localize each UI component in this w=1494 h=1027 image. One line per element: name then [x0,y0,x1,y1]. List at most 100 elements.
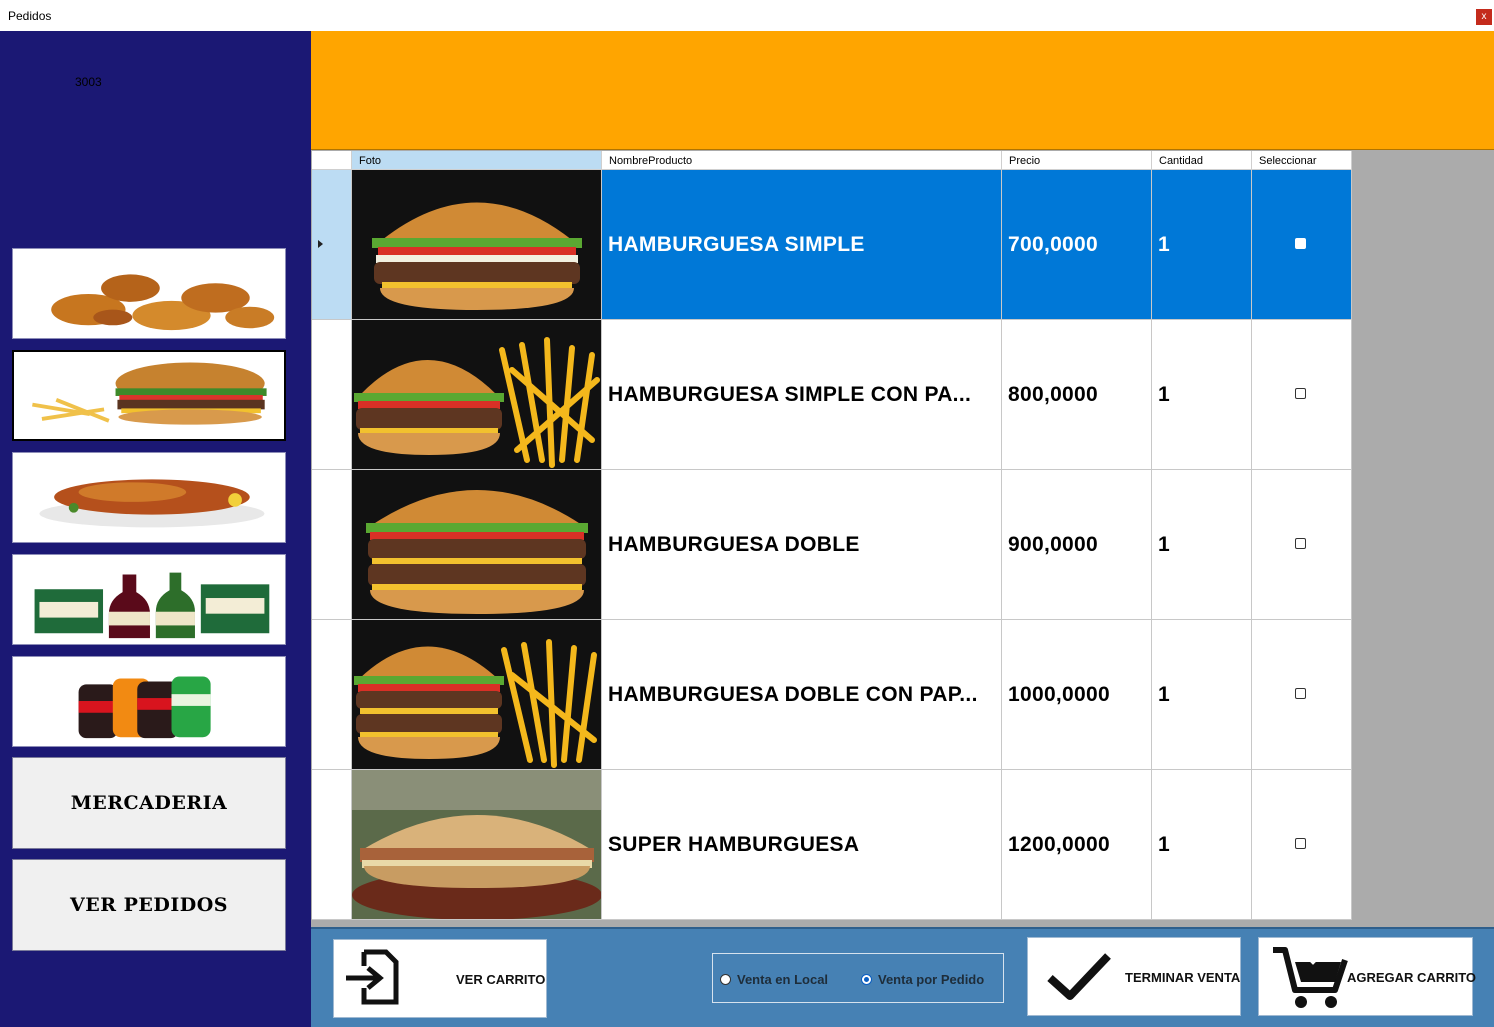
product-name-cell[interactable]: HAMBURGUESA SIMPLE [602,170,1002,320]
product-quantity-cell[interactable]: 1 [1152,320,1252,470]
agregar-carrito-button[interactable]: AGREGAR CARRITO [1258,937,1477,1016]
burger-double-with-fries-icon [352,620,601,769]
product-name: SUPER HAMBURGUESA [608,833,860,856]
category-chicken-tile[interactable] [12,248,286,339]
radio-venta-local[interactable]: Venta en Local [720,972,828,987]
agregar-carrito-label: AGREGAR CARRITO [1347,970,1477,985]
column-header-precio[interactable]: Precio [1002,151,1152,170]
header-banner [311,31,1494,150]
product-quantity: 1 [1158,683,1170,706]
column-header-seleccionar[interactable]: Seleccionar [1252,151,1352,170]
product-price-cell[interactable]: 700,0000 [1002,170,1152,320]
products-grid-area: Foto NombreProducto Precio Cantidad Sele… [311,150,1494,927]
product-price: 1000,0000 [1008,683,1110,706]
product-photo [352,320,602,470]
product-name: HAMBURGUESA DOBLE CON PAP... [608,683,978,706]
select-cell[interactable] [1252,770,1352,920]
ver-carrito-button[interactable]: VER CARRITO [333,939,547,1018]
table-row[interactable]: HAMBURGUESA DOBLE CON PAP... 1000,0000 1 [312,620,1352,770]
select-checkbox[interactable] [1295,538,1306,549]
category-soda-tile[interactable] [12,656,286,747]
select-checkbox[interactable] [1295,688,1306,699]
radio-dot-selected[interactable] [861,974,872,985]
select-cell[interactable] [1252,620,1352,770]
product-photo [352,620,602,770]
select-cell[interactable] [1252,170,1352,320]
roast-meat-icon [15,453,283,542]
category-roast-tile[interactable] [12,452,286,543]
title-bar: Pedidos x [0,0,1494,32]
product-quantity: 1 [1158,233,1170,256]
product-name: HAMBURGUESA SIMPLE CON PA... [608,383,972,406]
product-quantity: 1 [1158,833,1170,856]
terminar-venta-button[interactable]: TERMINAR VENTA [1027,937,1241,1016]
select-cell[interactable] [1252,470,1352,620]
footer-bar: VER CARRITO Venta en Local Venta por Ped… [311,927,1494,1027]
sale-type-group: Venta en Local Venta por Pedido [712,953,1004,1003]
soda-icon [15,657,283,746]
burger-double-icon [352,470,601,619]
product-name-cell[interactable]: SUPER HAMBURGUESA [602,770,1002,920]
ver-carrito-label: VER CARRITO [456,972,546,987]
row-header[interactable] [312,170,352,320]
row-header[interactable] [312,320,352,470]
table-row[interactable]: HAMBURGUESA SIMPLE CON PA... 800,0000 1 [312,320,1352,470]
column-header-cantidad[interactable]: Cantidad [1152,151,1252,170]
table-row[interactable]: HAMBURGUESA DOBLE 900,0000 1 [312,470,1352,620]
product-name-cell[interactable]: HAMBURGUESA DOBLE [602,470,1002,620]
category-burgers-tile[interactable] [12,350,286,441]
mercaderia-button[interactable]: MERCADERIA [12,757,286,849]
enter-icon [346,949,399,1005]
product-price-cell[interactable]: 1000,0000 [1002,620,1152,770]
radio-venta-pedido-label: Venta por Pedido [878,972,985,987]
product-name: HAMBURGUESA DOBLE [608,533,860,556]
burger-simple-icon [352,170,601,319]
select-checkbox[interactable] [1295,838,1306,849]
burger-and-fries-icon [18,352,280,439]
fried-chicken-icon [15,249,283,338]
product-price: 700,0000 [1008,233,1098,256]
row-header[interactable] [312,770,352,920]
table-row[interactable]: HAMBURGUESA SIMPLE 700,0000 1 [312,170,1352,320]
row-header[interactable] [312,620,352,770]
add-to-cart-icon [1273,944,1348,1008]
product-quantity-cell[interactable]: 1 [1152,470,1252,620]
product-quantity-cell[interactable]: 1 [1152,770,1252,920]
burger-with-fries-icon [352,320,601,469]
product-name-cell[interactable]: HAMBURGUESA DOBLE CON PAP... [602,620,1002,770]
current-row-arrow-icon [318,240,323,248]
checkmark-icon [1047,953,1111,1000]
column-header-nombre[interactable]: NombreProducto [602,151,1002,170]
select-cell[interactable] [1252,320,1352,470]
product-price: 800,0000 [1008,383,1098,406]
wine-icon [15,555,283,644]
product-price-cell[interactable]: 800,0000 [1002,320,1152,470]
row-header[interactable] [312,470,352,620]
product-price: 1200,0000 [1008,833,1110,856]
terminar-venta-label: TERMINAR VENTA [1125,970,1241,985]
sidebar: 3003 MERCADERIA VER PEDIDOS [0,31,311,1027]
column-header-foto[interactable]: Foto [352,151,602,170]
window-title: Pedidos [8,9,52,23]
select-checkbox[interactable] [1295,388,1306,399]
ver-pedidos-button[interactable]: VER PEDIDOS [12,859,286,951]
product-quantity: 1 [1158,533,1170,556]
category-wine-tile[interactable] [12,554,286,645]
order-code: 3003 [75,75,102,89]
radio-venta-pedido[interactable]: Venta por Pedido [861,972,984,987]
product-name-cell[interactable]: HAMBURGUESA SIMPLE CON PA... [602,320,1002,470]
product-photo [352,170,602,320]
radio-venta-local-label: Venta en Local [737,972,829,987]
table-row[interactable]: SUPER HAMBURGUESA 1200,0000 1 [312,770,1352,920]
product-name: HAMBURGUESA SIMPLE [608,233,865,256]
product-quantity-cell[interactable]: 1 [1152,620,1252,770]
product-price-cell[interactable]: 1200,0000 [1002,770,1152,920]
product-price-cell[interactable]: 900,0000 [1002,470,1152,620]
product-photo [352,770,602,920]
radio-dot[interactable] [720,974,731,985]
product-quantity: 1 [1158,383,1170,406]
close-button[interactable]: x [1476,9,1492,25]
row-header-corner [312,151,352,170]
select-checkbox[interactable] [1295,238,1306,249]
product-quantity-cell[interactable]: 1 [1152,170,1252,320]
